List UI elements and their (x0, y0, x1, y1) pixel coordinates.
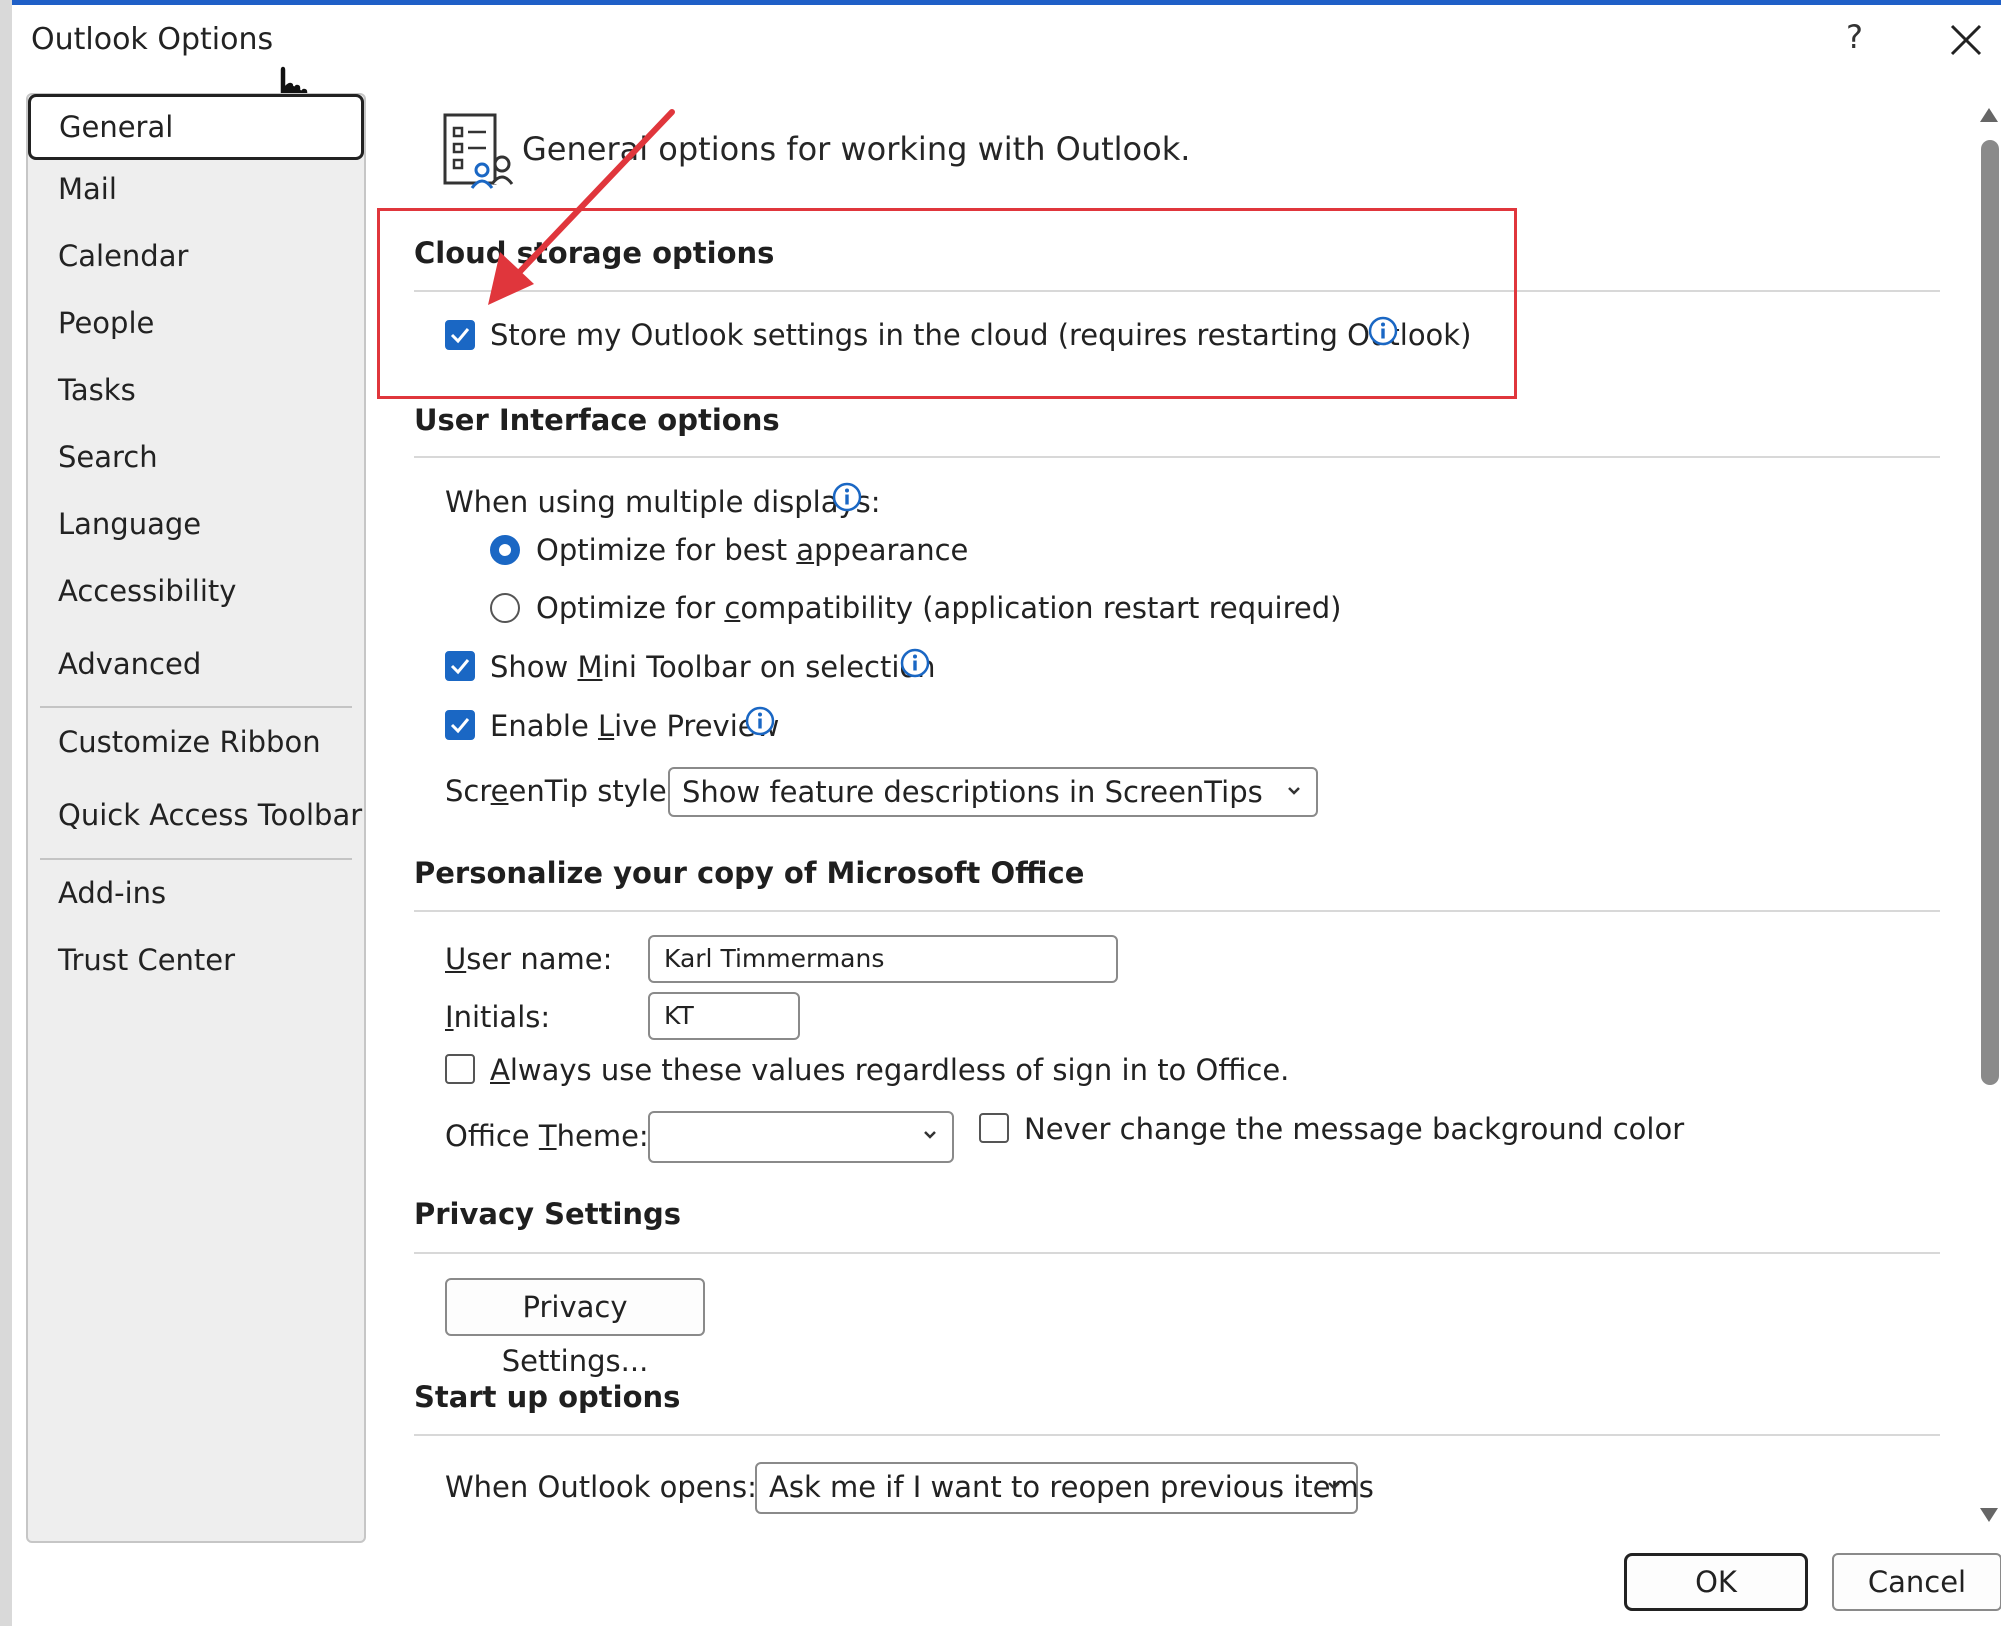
chevron-down-icon (1328, 1482, 1340, 1490)
optimize-compatibility-radio[interactable] (490, 593, 520, 623)
always-use-values-checkbox[interactable] (445, 1054, 475, 1084)
checkmark-icon (450, 718, 470, 734)
sidebar-item-trust-center[interactable]: Trust Center (58, 943, 235, 977)
sidebar-divider (40, 858, 352, 860)
optimize-best-appearance-label[interactable]: Optimize for best appearance (536, 533, 968, 567)
sidebar-item-accessibility[interactable]: Accessibility (58, 574, 236, 608)
user-name-label: User name: (445, 942, 613, 976)
scrollbar-thumb[interactable] (1981, 140, 1999, 1085)
checkmark-icon (450, 659, 470, 675)
help-button[interactable]: ? (1846, 18, 1863, 56)
live-preview-label[interactable]: Enable Live Preview (490, 709, 779, 743)
sidebar-item-calendar[interactable]: Calendar (58, 239, 188, 273)
sidebar-item-language[interactable]: Language (58, 507, 201, 541)
annotation-arrow-icon (488, 109, 675, 305)
section-divider (414, 456, 1940, 458)
window-top-border (0, 0, 2001, 5)
office-theme-dropdown[interactable] (648, 1111, 954, 1163)
ok-button[interactable]: OK (1624, 1553, 1808, 1611)
screentip-style-label: ScreenTip style: (445, 774, 677, 808)
optimize-compatibility-label[interactable]: Optimize for compatibility (application … (536, 591, 1341, 625)
sidebar-item-customize-ribbon[interactable]: Customize Ribbon (58, 725, 321, 759)
live-preview-checkbox[interactable] (445, 710, 475, 740)
section-title-personalize: Personalize your copy of Microsoft Offic… (414, 856, 1085, 890)
when-outlook-opens-dropdown[interactable]: Ask me if I want to reopen previous item… (755, 1462, 1374, 1514)
sidebar-item-general[interactable]: General (28, 94, 364, 160)
optimize-best-appearance-radio[interactable] (490, 535, 520, 565)
initials-label: Initials: (445, 1000, 551, 1034)
cancel-button[interactable]: Cancel (1832, 1553, 2001, 1611)
initials-input[interactable]: KT (648, 992, 800, 1040)
privacy-settings-button[interactable]: Privacy Settings... (445, 1278, 705, 1378)
screentip-style-dropdown[interactable]: Show feature descriptions in ScreenTips (668, 767, 1318, 817)
multiple-displays-label: When using multiple displays: (445, 485, 881, 519)
when-outlook-opens-value: Ask me if I want to reopen previous item… (769, 1470, 1374, 1504)
section-divider (414, 910, 1940, 912)
sidebar-item-mail[interactable]: Mail (58, 172, 117, 206)
section-title-user-interface: User Interface options (414, 403, 780, 437)
when-outlook-opens-label: When Outlook opens: (445, 1470, 757, 1504)
chevron-down-icon (924, 1131, 936, 1139)
never-change-background-label[interactable]: Never change the message background colo… (1024, 1112, 1684, 1146)
window-left-edge (0, 0, 12, 1626)
sidebar-item-people[interactable]: People (58, 306, 154, 340)
info-icon[interactable] (832, 482, 862, 512)
section-divider (414, 1252, 1940, 1254)
mini-toolbar-label[interactable]: Show Mini Toolbar on selection (490, 650, 936, 684)
window-title: Outlook Options (31, 22, 274, 57)
section-title-privacy: Privacy Settings (414, 1197, 682, 1231)
user-name-input[interactable]: Karl Timmermans (648, 935, 1118, 983)
sidebar-item-search[interactable]: Search (58, 440, 158, 474)
sidebar-item-quick-access-toolbar[interactable]: Quick Access Toolbar (58, 798, 362, 832)
close-icon[interactable] (1948, 22, 1984, 58)
sidebar-item-add-ins[interactable]: Add-ins (58, 876, 166, 910)
section-title-startup: Start up options (414, 1380, 681, 1414)
section-divider (414, 1434, 1940, 1436)
mini-toolbar-checkbox[interactable] (445, 651, 475, 681)
sidebar-divider (40, 706, 352, 708)
sidebar-item-tasks[interactable]: Tasks (58, 373, 136, 407)
never-change-background-checkbox[interactable] (979, 1113, 1009, 1143)
info-icon[interactable] (745, 706, 775, 736)
office-theme-label: Office Theme: (445, 1119, 649, 1153)
sidebar-item-advanced[interactable]: Advanced (58, 647, 201, 681)
chevron-down-icon (1288, 787, 1300, 795)
always-use-values-label[interactable]: Always use these values regardless of si… (490, 1053, 1289, 1087)
info-icon[interactable] (900, 648, 930, 678)
screentip-style-value: Show feature descriptions in ScreenTips (682, 775, 1263, 809)
